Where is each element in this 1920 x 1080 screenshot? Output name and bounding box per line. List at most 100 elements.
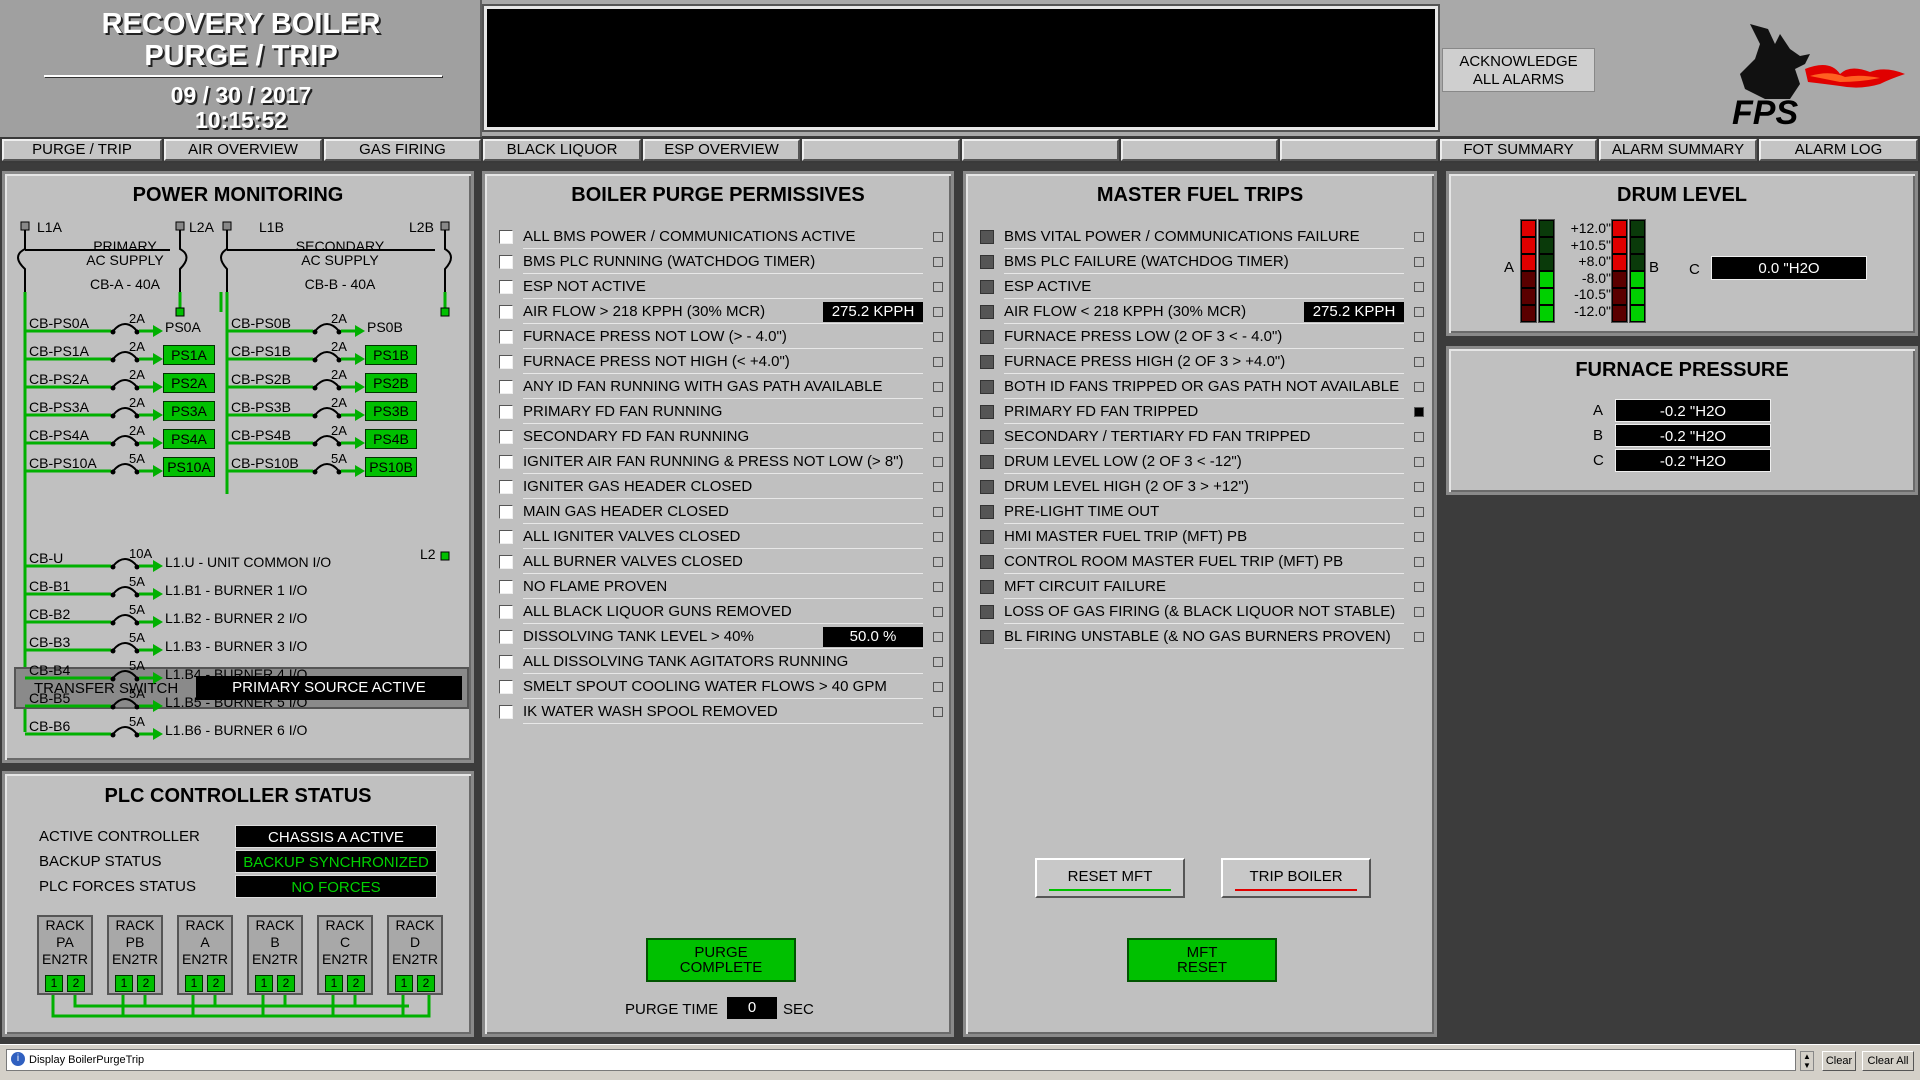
alarm-banner[interactable] xyxy=(482,4,1440,132)
circuit-output: PS10B xyxy=(365,457,417,477)
title-divider xyxy=(44,75,442,77)
checklist-text: ALL IGNITER VALVES CLOSED xyxy=(523,528,741,545)
checklist-row: AIR FLOW > 218 KPPH (30% MCR) 275.2 KPPH xyxy=(493,302,948,324)
ack-line2: ALL ALARMS xyxy=(1472,71,1565,88)
checklist-text: ALL BMS POWER / COMMUNICATIONS ACTIVE xyxy=(523,228,856,245)
status-checkbox xyxy=(499,455,513,469)
checklist-label: ALL IGNITER VALVES CLOSED xyxy=(523,527,923,549)
furnace-pressure-value: -0.2 "H2O xyxy=(1615,449,1771,472)
status-checkbox xyxy=(980,455,994,469)
title-block: RECOVERY BOILER PURGE / TRIP 09 / 30 / 2… xyxy=(0,0,482,138)
breaker-symbol xyxy=(25,614,163,628)
breaker-symbol xyxy=(25,351,163,365)
checklist-label: FURNACE PRESS LOW (2 OF 3 < - 4.0") xyxy=(1004,327,1404,349)
checklist-row: ALL BMS POWER / COMMUNICATIONS ACTIVE xyxy=(493,227,948,249)
checklist-row: MAIN GAS HEADER CLOSED xyxy=(493,502,948,524)
status-checkbox xyxy=(499,430,513,444)
plc-rack[interactable]: RACK D EN2TR 1 2 xyxy=(387,915,443,995)
checklist-label: BMS PLC FAILURE (WATCHDOG TIMER) xyxy=(1004,252,1404,274)
drum-level-panel: DRUM LEVEL +12.0" +10.5" +8.0" -8.0" -10.5" -… xyxy=(1446,171,1918,336)
checklist-text: ALL BURNER VALVES CLOSED xyxy=(523,553,743,570)
checklist-row: FURNACE PRESS HIGH (2 OF 3 > +4.0") xyxy=(974,352,1429,374)
purge-complete-line1: PURGE xyxy=(694,944,748,961)
checklist-row: FURNACE PRESS LOW (2 OF 3 < - 4.0") xyxy=(974,327,1429,349)
checklist-label: BL FIRING UNSTABLE (& NO GAS BURNERS PRO… xyxy=(1004,627,1404,649)
reset-mft-button[interactable]: RESET MFT xyxy=(1035,858,1185,898)
purge-permissives-panel: BOILER PURGE PERMISSIVES ALL BMS POWER /… xyxy=(482,171,954,1037)
checklist-row: PRIMARY FD FAN TRIPPED xyxy=(974,402,1429,424)
acknowledge-all-alarms-button[interactable]: ACKNOWLEDGE ALL ALARMS xyxy=(1442,48,1595,92)
time-display: 10:15:52 xyxy=(194,107,288,133)
drum-c-label: C xyxy=(1689,261,1700,278)
mft-reset-indicator[interactable]: MFT RESET xyxy=(1127,938,1277,982)
checklist-text: DRUM LEVEL LOW (2 OF 3 < -12") xyxy=(1004,453,1242,470)
checklist-text: SMELT SPOUT COOLING WATER FLOWS > 40 GPM xyxy=(523,678,887,695)
breaker-symbol xyxy=(25,435,163,449)
checklist-label: BMS VITAL POWER / COMMUNICATIONS FAILURE xyxy=(1004,227,1404,249)
status-indicator xyxy=(1414,282,1424,292)
trip-boiler-button[interactable]: TRIP BOILER xyxy=(1221,858,1371,898)
drum-a-bar-low xyxy=(1538,219,1555,323)
drum-scale-label: -12.0" xyxy=(1574,302,1611,319)
purge-complete-button[interactable]: PURGE COMPLETE xyxy=(646,938,796,982)
clear-all-button[interactable]: Clear All xyxy=(1862,1051,1914,1071)
checklist-row: BMS PLC FAILURE (WATCHDOG TIMER) xyxy=(974,252,1429,274)
plc-rack[interactable]: RACK PA EN2TR 1 2 xyxy=(37,915,93,995)
checklist-text: FURNACE PRESS NOT LOW (> - 4.0") xyxy=(523,328,787,345)
checklist-label: PRE-LIGHT TIME OUT xyxy=(1004,502,1404,524)
clear-button[interactable]: Clear xyxy=(1822,1051,1856,1071)
purge-complete-line2: COMPLETE xyxy=(679,959,763,976)
checklist-row: FURNACE PRESS NOT LOW (> - 4.0") xyxy=(493,327,948,349)
level-segment xyxy=(1540,238,1553,253)
nav-tab-8[interactable] xyxy=(1280,139,1438,161)
nav-tab-3[interactable]: BLACK LIQUOR xyxy=(483,139,641,161)
status-checkbox xyxy=(499,680,513,694)
power-monitoring-panel: POWER MONITORING L1A L2A L1B L2B L2 PRIM… xyxy=(2,171,474,763)
nav-tab-7[interactable] xyxy=(1121,139,1278,161)
plc-rack[interactable]: RACK PB EN2TR 1 2 xyxy=(107,915,163,995)
breaker-symbol xyxy=(25,463,163,477)
checklist-label: PRIMARY FD FAN RUNNING xyxy=(523,402,923,424)
nav-tab-2[interactable]: GAS FIRING xyxy=(324,139,481,161)
plc-rack[interactable]: RACK B EN2TR 1 2 xyxy=(247,915,303,995)
circuit-output: L1.U - UNIT COMMON I/O xyxy=(165,554,332,570)
scroll-arrows-icon[interactable]: ▲ ▼ xyxy=(1800,1051,1814,1071)
rack-slot-2: 2 xyxy=(277,975,295,992)
nav-tab-9[interactable]: FOT SUMMARY xyxy=(1440,139,1597,161)
ack-line1: ACKNOWLEDGE xyxy=(1459,53,1578,70)
checklist-label: FURNACE PRESS NOT HIGH (< +4.0") xyxy=(523,352,923,374)
drum-scale-label: +8.0" xyxy=(1578,253,1611,269)
logo-text: FPS xyxy=(1732,94,1798,130)
checklist-label: HMI MASTER FUEL TRIP (MFT) PB xyxy=(1004,527,1404,549)
plc-rack[interactable]: RACK A EN2TR 1 2 xyxy=(177,915,233,995)
plc-rack[interactable]: RACK C EN2TR 1 2 xyxy=(317,915,373,995)
status-checkbox xyxy=(499,605,513,619)
breaker-symbol xyxy=(25,586,163,600)
checklist-row: SMELT SPOUT COOLING WATER FLOWS > 40 GPM xyxy=(493,677,948,699)
nav-tab-1[interactable]: AIR OVERVIEW xyxy=(164,139,322,161)
nav-tab-0[interactable]: PURGE / TRIP xyxy=(2,139,162,161)
status-indicator xyxy=(1414,482,1424,492)
rack-line3: EN2TR xyxy=(182,951,228,967)
status-checkbox xyxy=(499,655,513,669)
nav-tab-10[interactable]: ALARM SUMMARY xyxy=(1599,139,1757,161)
primary-cb-label: CB-A - 40A xyxy=(89,276,161,292)
level-segment xyxy=(1631,221,1644,236)
nav-tab-6[interactable] xyxy=(962,139,1119,161)
nav-tab-4[interactable]: ESP OVERVIEW xyxy=(643,139,800,161)
circuit-output: PS2A xyxy=(163,373,215,393)
rack-line3: EN2TR xyxy=(322,951,368,967)
status-message-field[interactable]: i Display BoilerPurgeTrip xyxy=(6,1049,1796,1071)
rack-slot-2: 2 xyxy=(417,975,435,992)
status-checkbox xyxy=(499,505,513,519)
circuit-output: PS0A xyxy=(165,319,201,335)
rack-line1: RACK xyxy=(255,917,295,933)
checklist-label: ESP NOT ACTIVE xyxy=(523,277,923,299)
checklist-text: FURNACE PRESS HIGH (2 OF 3 > +4.0") xyxy=(1004,353,1286,370)
fps-logo: FPS xyxy=(1732,24,1905,130)
nav-tab-11[interactable]: ALARM LOG xyxy=(1759,139,1918,161)
checklist-text: PRIMARY FD FAN RUNNING xyxy=(523,403,723,420)
nav-tab-5[interactable] xyxy=(802,139,960,161)
checklist-text: IK WATER WASH SPOOL REMOVED xyxy=(523,703,778,720)
checklist-label: IK WATER WASH SPOOL REMOVED xyxy=(523,702,923,724)
